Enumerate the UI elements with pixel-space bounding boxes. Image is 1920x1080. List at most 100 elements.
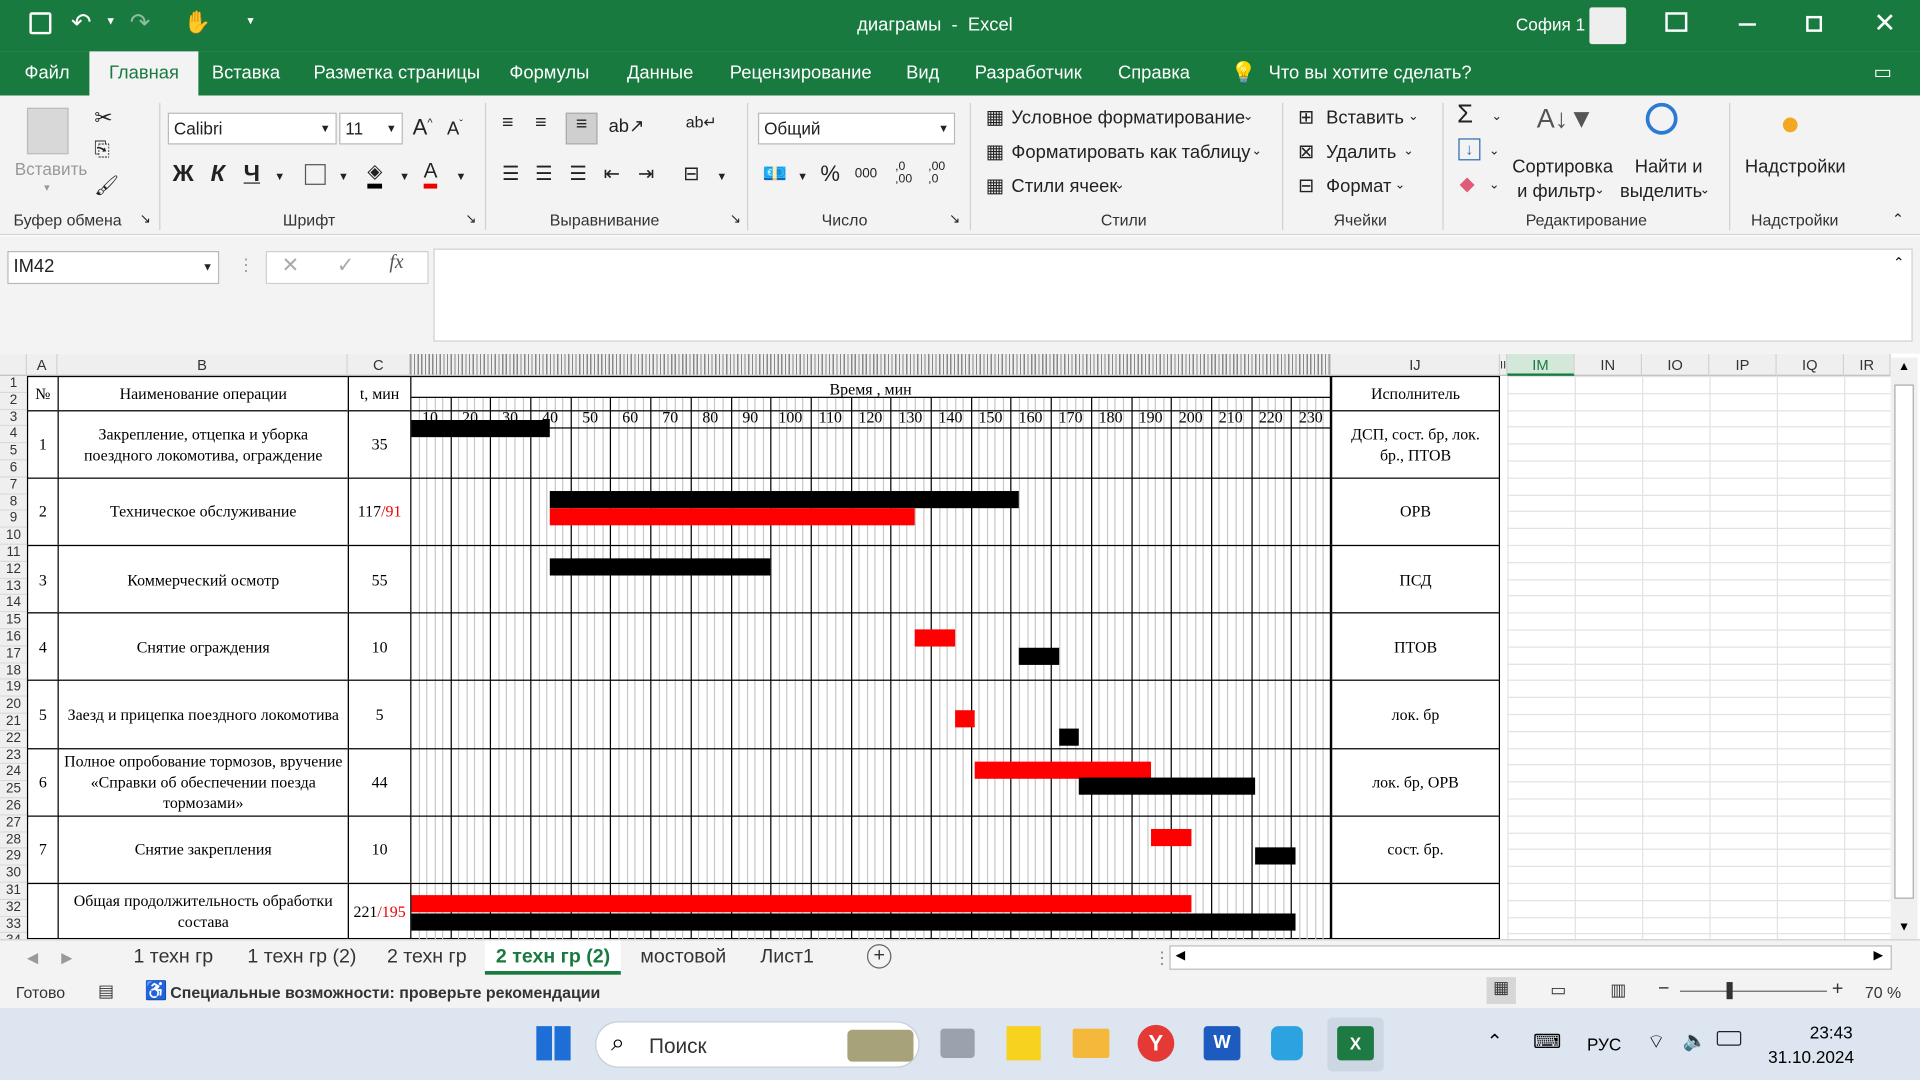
row-header[interactable]: 23 [0,747,27,765]
tab-developer[interactable]: Разработчик [975,51,1082,95]
format-cells-button[interactable]: Формат [1326,176,1391,197]
enter-icon[interactable]: ✓ [337,253,354,277]
zoom-out-icon[interactable]: − [1658,978,1669,1000]
merge-center-icon[interactable]: ⊟ [683,162,699,186]
italic-button[interactable]: К [211,162,225,189]
tab-home[interactable]: Главная [89,51,199,96]
row-header[interactable]: 13 [0,578,27,596]
user-name[interactable]: София 1 [1516,15,1585,35]
row-header[interactable]: 28 [0,832,27,850]
decrease-indent-icon[interactable]: ⇤ [604,162,620,186]
row-header[interactable]: 20 [0,696,27,714]
formula-input[interactable] [433,248,1913,342]
borders-icon[interactable] [304,164,326,185]
row-header[interactable]: 29 [0,849,27,866]
undo-dropdown-icon[interactable]: ▼ [105,15,116,27]
sheet-tab[interactable]: 2 техн гр [387,940,467,974]
restore-icon[interactable] [1806,15,1823,32]
show-hidden-icons[interactable]: ⌃ [1487,1030,1503,1054]
column-header-ii[interactable]: II [1500,353,1508,376]
sort-filter-line1[interactable]: Сортировка [1512,157,1613,178]
column-header-im[interactable]: IM [1507,353,1575,376]
bold-button[interactable]: Ж [173,162,194,189]
more-options-icon[interactable]: ⋮ [238,255,255,276]
row-header[interactable]: 1 [0,375,27,393]
delete-cells-button[interactable]: Удалить [1326,142,1396,163]
select-all[interactable] [0,353,27,376]
merge-dropdown-icon[interactable]: ▼ [716,170,727,182]
search-box[interactable]: ⌕ Поиск [595,1021,920,1068]
tab-split-handle[interactable]: ⋮ [1153,940,1170,974]
clipboard-launcher-icon[interactable]: ↘ [140,211,151,227]
paste-dropdown-icon[interactable]: ▾ [44,181,50,194]
collapse-ribbon-icon[interactable]: ⌃ [1892,211,1904,228]
file-explorer-icon[interactable] [1072,1028,1110,1058]
sort-filter-line2[interactable]: и фильтр [1517,181,1595,202]
insert-cells-button[interactable]: Вставить [1326,108,1404,129]
fill-color-icon[interactable]: ◈ [367,159,383,189]
borders-dropdown-icon[interactable]: ▼ [338,170,349,182]
app-icon[interactable] [1271,1026,1303,1061]
row-header[interactable]: 12 [0,561,27,579]
alignment-launcher-icon[interactable]: ↘ [730,211,741,227]
row-header[interactable]: 15 [0,612,27,630]
row-header[interactable]: 25 [0,781,27,799]
cancel-icon[interactable]: ✕ [282,253,299,277]
column-headers-compressed[interactable] [410,353,1332,376]
vertical-scrollbar[interactable]: ▲ ▼ [1890,357,1918,941]
autosum-icon[interactable]: Σ [1457,100,1473,129]
tab-review[interactable]: Рецензирование [730,51,872,95]
name-box[interactable]: IM42 ▼ [7,251,220,285]
save-icon[interactable] [29,12,52,35]
zoom-in-icon[interactable]: + [1832,978,1843,1000]
row-header[interactable]: 30 [0,865,27,883]
excel-taskbar-icon[interactable]: X [1327,1017,1384,1072]
font-launcher-icon[interactable]: ↘ [465,211,476,227]
row-header[interactable]: 9 [0,511,27,528]
collapse-formula-icon[interactable]: ⌃ [1893,255,1904,271]
tab-data[interactable]: Данные [627,51,693,95]
align-bottom-icon[interactable]: ≡ [565,112,598,145]
accessibility-status[interactable]: Специальные возможности: проверьте реком… [170,983,600,1001]
customize-qat-icon[interactable]: ▾ [247,15,253,28]
column-header-in[interactable]: IN [1574,353,1643,376]
row-header[interactable]: 19 [0,680,27,697]
add-sheet-icon[interactable]: + [866,944,892,969]
next-sheet-icon[interactable]: ▶ [61,940,72,974]
scroll-thumb[interactable] [1894,384,1914,899]
find-select-line2[interactable]: выделить [1620,181,1702,202]
row-header[interactable]: 31 [0,882,27,900]
tab-formulas[interactable]: Формулы [509,51,589,95]
find-select-line1[interactable]: Найти и [1635,157,1703,178]
fill-dropdown-icon[interactable]: ⌄ [1489,144,1499,157]
thousands-button[interactable]: 000 [855,167,877,182]
align-top-icon[interactable]: ≡ [502,113,513,135]
keyboard-icon[interactable]: ⌨ [1533,1030,1561,1054]
decrease-decimal-button[interactable]: ,00 ,0 [928,161,955,186]
column-header-iq[interactable]: IQ [1776,353,1845,376]
row-header[interactable]: 32 [0,899,27,917]
column-header-a[interactable]: A [26,353,58,376]
row-header[interactable]: 27 [0,815,27,833]
scroll-left-icon[interactable]: ◀ [1176,949,1185,962]
column-header-ip[interactable]: IP [1709,353,1777,376]
scroll-up-icon[interactable]: ▲ [1898,360,1910,373]
zoom-level[interactable]: 70 % [1865,983,1901,1001]
volume-icon[interactable]: 🔈 [1682,1029,1706,1053]
conditional-formatting-button[interactable]: Условное форматирование [1011,108,1245,129]
sheet-tab[interactable]: Лист1 [760,940,813,974]
row-header[interactable]: 21 [0,713,27,731]
prev-sheet-icon[interactable]: ◀ [27,940,38,974]
fill-icon[interactable]: ↓ [1458,138,1481,161]
row-header[interactable]: 24 [0,764,27,782]
battery-icon[interactable] [1716,1031,1742,1046]
worksheet-grid[interactable]: A B C IJ II IM IN IO IP IQ IR 1234567891… [0,353,1920,940]
row-header[interactable]: 7 [0,477,27,495]
sheet-tab[interactable]: мостовой [640,940,726,974]
autosum-dropdown-icon[interactable]: ⌄ [1491,110,1501,123]
input-language[interactable]: РУС [1587,1035,1621,1055]
row-header[interactable]: 16 [0,629,27,647]
touch-mode-icon[interactable]: ✋ [184,10,211,36]
tell-me-search[interactable]: Что вы хотите сделать? [1269,51,1472,95]
addins-button[interactable]: Надстройки [1745,157,1846,178]
